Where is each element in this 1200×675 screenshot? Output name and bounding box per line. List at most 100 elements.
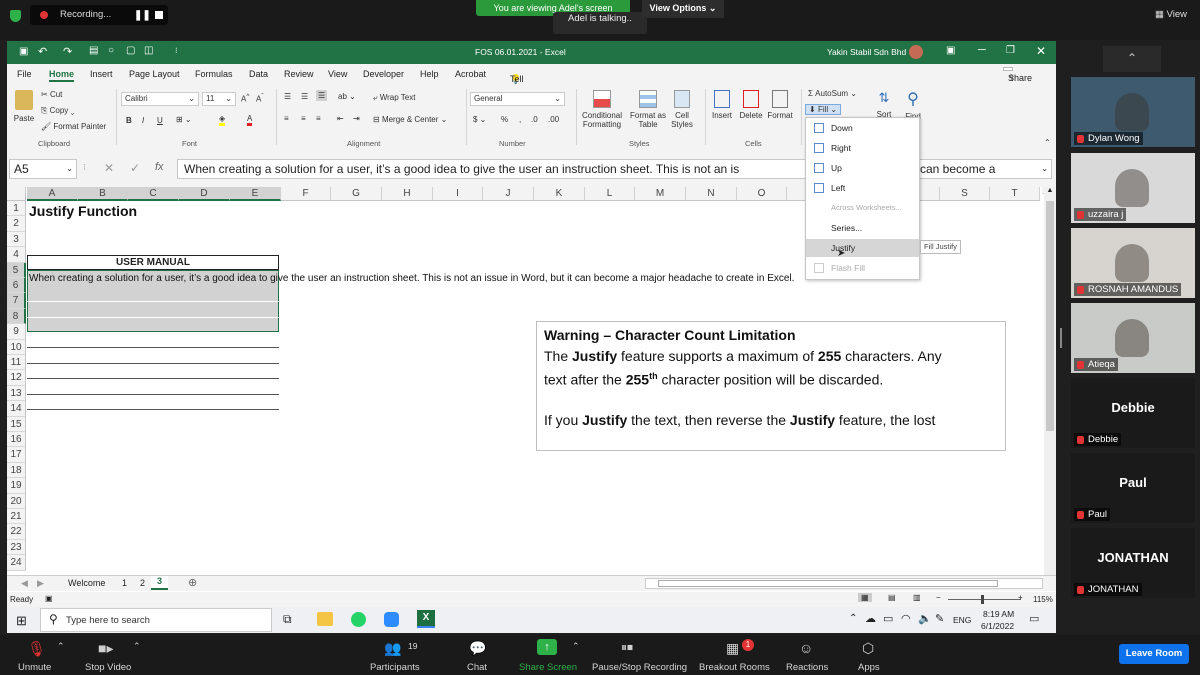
borders-icon[interactable]: ⊞ ⌄: [176, 115, 192, 124]
menu-home[interactable]: Home: [49, 69, 75, 82]
wifi-icon[interactable]: ◠: [901, 612, 911, 625]
pen-icon[interactable]: ✎: [935, 612, 944, 625]
fill-color-icon[interactable]: ◈: [219, 114, 226, 126]
menu-formulas[interactable]: Formulas: [195, 69, 233, 79]
row-header-22[interactable]: 22: [7, 524, 26, 540]
horizontal-scroll-thumb[interactable]: [658, 580, 998, 587]
cancel-formula-icon[interactable]: ✕: [104, 161, 114, 175]
underline-button[interactable]: U: [157, 116, 163, 125]
muted-mic-icon[interactable]: 🎙: [27, 640, 46, 658]
indent-increase-icon[interactable]: ⇥: [353, 114, 360, 123]
row-header-1[interactable]: 1: [7, 201, 26, 217]
view-options-button[interactable]: View Options ⌄: [642, 0, 724, 18]
fill-left-item[interactable]: Left: [806, 179, 919, 197]
row-header-19[interactable]: 19: [7, 478, 26, 494]
italic-button[interactable]: I: [142, 116, 144, 125]
fill-series-item[interactable]: Series...: [806, 219, 919, 237]
align-left-icon[interactable]: ≡: [284, 114, 289, 123]
row-header-21[interactable]: 21: [7, 509, 26, 525]
chat-icon[interactable]: 💬: [469, 640, 486, 657]
participant-tile[interactable]: Debbie Debbie: [1071, 378, 1195, 448]
align-middle-icon[interactable]: ☰: [301, 92, 308, 101]
windows-start-icon[interactable]: ⊞: [16, 613, 27, 629]
conditional-formatting-button[interactable]: Conditional Formatting: [581, 90, 623, 129]
participant-tile[interactable]: uzzaira j: [1071, 153, 1195, 223]
ribbon-display-icon[interactable]: ▣: [946, 45, 955, 56]
view-button[interactable]: ▦ View: [1155, 9, 1187, 20]
cut-button[interactable]: ✂ Cut: [41, 90, 62, 99]
column-header-a[interactable]: A: [27, 187, 78, 201]
align-bottom-icon[interactable]: ☰: [316, 90, 328, 101]
undo-icon[interactable]: ↶: [38, 45, 47, 58]
file-explorer-icon[interactable]: [317, 612, 333, 626]
row-header-18[interactable]: 18: [7, 462, 26, 479]
reactions-icon[interactable]: ☺: [799, 640, 813, 656]
row-header-11[interactable]: 11: [7, 355, 26, 371]
row-header-3[interactable]: 3: [7, 231, 26, 248]
indent-decrease-icon[interactable]: ⇤: [337, 114, 344, 123]
page-layout-view-icon[interactable]: ▤: [888, 593, 896, 602]
stop-video-button[interactable]: Stop Video: [85, 662, 131, 673]
cell-styles-button[interactable]: Cell Styles: [667, 90, 697, 129]
menu-page-layout[interactable]: Page Layout: [129, 69, 180, 79]
column-header-e[interactable]: E: [230, 187, 281, 201]
normal-view-icon[interactable]: ▦: [858, 593, 872, 602]
column-header-l[interactable]: L: [585, 187, 635, 201]
warning-text-box[interactable]: Warning – Character Count Limitation The…: [536, 321, 1006, 451]
unmute-button[interactable]: Unmute: [18, 662, 51, 673]
zoom-slider-thumb[interactable]: [981, 595, 984, 604]
column-header-j[interactable]: J: [483, 187, 534, 201]
breakout-rooms-icon[interactable]: ▦: [726, 640, 739, 657]
pause-stop-recording-button[interactable]: Pause/Stop Recording: [592, 662, 687, 673]
row-header-17[interactable]: 17: [7, 447, 26, 463]
row-header-15[interactable]: 15: [7, 416, 26, 432]
sheet-tab-1[interactable]: 1: [122, 578, 127, 588]
font-color-icon[interactable]: A: [247, 114, 253, 126]
row-header-9[interactable]: 9: [7, 324, 26, 340]
whatsapp-icon[interactable]: [351, 612, 366, 627]
row-header-2[interactable]: 2: [7, 216, 26, 232]
column-header-m[interactable]: M: [635, 187, 686, 201]
accounting-icon[interactable]: $ ⌄: [473, 115, 486, 124]
name-box[interactable]: A5 ⌄: [9, 159, 77, 179]
row-header-6[interactable]: 6: [7, 278, 26, 294]
bold-button[interactable]: B: [126, 116, 132, 125]
insert-cells-button[interactable]: Insert: [710, 90, 734, 120]
participant-tile[interactable]: JONATHAN JONATHAN: [1071, 528, 1195, 598]
column-header-t[interactable]: T: [990, 187, 1040, 201]
column-header-i[interactable]: I: [433, 187, 483, 201]
align-center-icon[interactable]: ≡: [301, 114, 306, 123]
task-view-icon[interactable]: ⧉: [283, 612, 292, 627]
zoom-level[interactable]: 115%: [1033, 595, 1053, 604]
sheet-tab-welcome[interactable]: Welcome: [68, 578, 105, 588]
column-header-s[interactable]: S: [940, 187, 990, 201]
apps-icon[interactable]: ⬡: [862, 640, 874, 657]
horizontal-scrollbar[interactable]: [645, 578, 1043, 589]
collapse-ribbon-icon[interactable]: ⌃: [1044, 138, 1051, 147]
minimize-icon[interactable]: ─: [978, 44, 986, 56]
font-name-select[interactable]: Calibri ⌄: [121, 92, 199, 106]
menu-insert[interactable]: Insert: [90, 69, 113, 79]
language-indicator[interactable]: ENG: [953, 615, 971, 625]
column-header-c[interactable]: C: [128, 187, 179, 201]
zoom-app-icon[interactable]: [384, 612, 399, 627]
orientation-icon[interactable]: ab ⌄: [338, 92, 356, 101]
zoom-slider[interactable]: [948, 599, 1021, 600]
row-header-14[interactable]: 14: [7, 401, 26, 417]
reactions-button[interactable]: Reactions: [786, 662, 828, 673]
decrease-decimal-icon[interactable]: .00: [548, 115, 559, 124]
participant-tile[interactable]: Atieqa: [1071, 303, 1195, 373]
fill-down-item[interactable]: Down: [806, 119, 919, 137]
column-header-g[interactable]: G: [331, 187, 382, 201]
circle-icon[interactable]: ○: [108, 45, 114, 56]
zoom-in-icon[interactable]: +: [1018, 593, 1023, 602]
vertical-scroll-thumb[interactable]: [1046, 201, 1054, 431]
volume-icon[interactable]: 🔈: [918, 612, 932, 625]
page-break-view-icon[interactable]: ▥: [913, 593, 921, 602]
insert-function-icon[interactable]: fx: [155, 161, 164, 173]
notification-icon[interactable]: ▭: [1029, 612, 1039, 625]
restore-icon[interactable]: ❐: [1006, 45, 1015, 56]
cell-a1[interactable]: Justify Function: [29, 203, 137, 219]
sheet-tab-3[interactable]: 3: [151, 576, 168, 590]
participants-button[interactable]: Participants: [370, 662, 420, 673]
